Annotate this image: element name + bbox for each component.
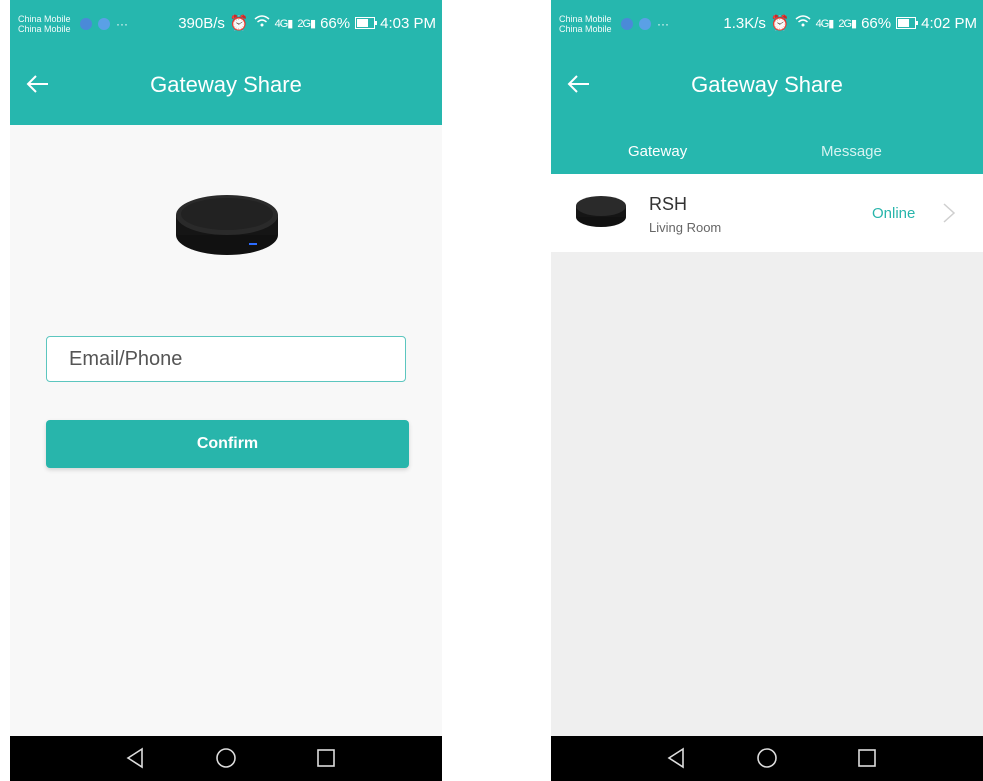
- status-right: 390B/s ⏰ 4G▮ 2G▮ 66% 4:03 PM: [178, 14, 436, 33]
- app-bar: Gateway Share: [551, 52, 983, 125]
- carrier-labels: China Mobile China Mobile: [559, 14, 612, 34]
- chat-notification-icon: [639, 18, 651, 30]
- circle-home-icon[interactable]: [753, 744, 781, 772]
- gateway-list-item[interactable]: RSH Living Room Online: [551, 174, 983, 252]
- gateway-room: Living Room: [649, 220, 722, 235]
- alarm-icon: ⏰: [770, 15, 790, 32]
- more-notifications-icon: ···: [116, 17, 128, 31]
- carrier-1: China Mobile: [559, 14, 612, 24]
- gateway-name: RSH: [649, 194, 688, 214]
- battery-percent: 66%: [861, 14, 892, 32]
- carrier-2: China Mobile: [559, 24, 612, 34]
- signal-2-icon: 2G▮: [838, 17, 857, 30]
- share-gateway-screen: China Mobile China Mobile ··· 390B/s ⏰ 4…: [10, 0, 442, 781]
- triangle-back-icon[interactable]: [122, 744, 150, 772]
- status-right: 1.3K/s ⏰ 4G▮ 2G▮ 66% 4:02 PM: [723, 14, 977, 33]
- gateway-device-image: [175, 193, 279, 258]
- carrier-2: China Mobile: [18, 24, 71, 34]
- clock: 4:02 PM: [921, 14, 977, 32]
- app-bar: Gateway Share: [10, 52, 442, 125]
- alarm-icon: ⏰: [229, 15, 249, 32]
- notification-icons: ···: [80, 18, 128, 30]
- carrier-labels: China Mobile China Mobile: [18, 14, 71, 34]
- more-notifications-icon: ···: [657, 17, 669, 31]
- gateway-thumbnail-image: [575, 194, 627, 228]
- status-badge: Online: [872, 205, 916, 222]
- chat-notification-icon: [98, 18, 110, 30]
- triangle-back-icon[interactable]: [663, 744, 691, 772]
- wifi-icon: [254, 14, 270, 32]
- app-notification-icon: [80, 18, 92, 30]
- gateway-share-list-screen: China Mobile China Mobile ··· 1.3K/s ⏰ 4…: [551, 0, 983, 781]
- chevron-right-icon: [942, 202, 956, 224]
- tab-gateway[interactable]: Gateway: [628, 143, 687, 160]
- signal-1-icon: 4G▮: [274, 17, 294, 30]
- page-title: Gateway Share: [150, 72, 302, 97]
- status-bar: China Mobile China Mobile ··· 390B/s ⏰ 4…: [10, 0, 442, 52]
- email-phone-input[interactable]: [46, 336, 406, 382]
- system-nav-bar: [551, 736, 983, 781]
- battery-percent: 66%: [320, 14, 351, 32]
- confirm-button[interactable]: Confirm: [46, 420, 409, 468]
- tab-message[interactable]: Message: [821, 143, 882, 160]
- battery-icon: [355, 17, 378, 29]
- square-recents-icon[interactable]: [853, 744, 881, 772]
- app-notification-icon: [621, 18, 633, 30]
- carrier-1: China Mobile: [18, 14, 71, 24]
- confirm-label: Confirm: [196, 435, 259, 452]
- circle-home-icon[interactable]: [212, 744, 240, 772]
- signal-2-icon: 2G▮: [297, 17, 316, 30]
- net-speed: 1.3K/s: [723, 14, 766, 32]
- notification-icons: ···: [621, 18, 669, 30]
- net-speed: 390B/s: [178, 14, 225, 32]
- system-nav-bar: [10, 736, 442, 781]
- square-recents-icon[interactable]: [312, 744, 340, 772]
- clock: 4:03 PM: [380, 14, 436, 32]
- signal-1-icon: 4G▮: [815, 17, 835, 30]
- tab-bar: Gateway Message: [551, 125, 983, 174]
- page-title: Gateway Share: [691, 72, 843, 97]
- battery-icon: [896, 17, 919, 29]
- wifi-icon: [795, 14, 811, 32]
- status-bar: China Mobile China Mobile ··· 1.3K/s ⏰ 4…: [551, 0, 983, 52]
